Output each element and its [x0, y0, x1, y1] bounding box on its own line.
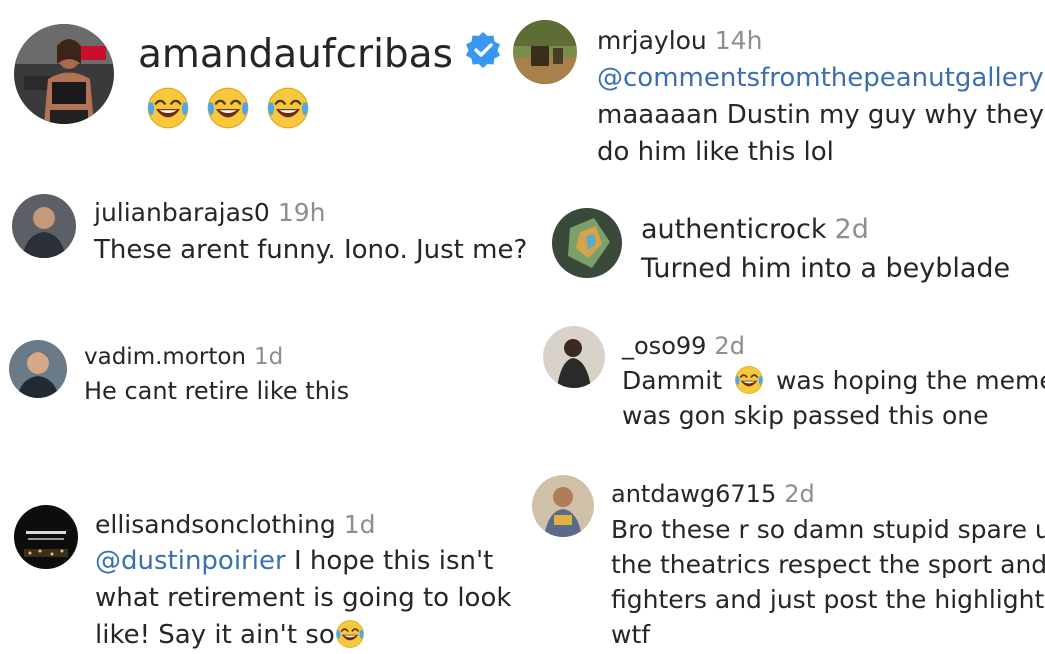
person-photo-icon — [12, 194, 76, 258]
fighter-photo-icon — [14, 24, 114, 124]
laughing-emoji-icon — [734, 365, 764, 395]
comment-text: maaaaan Dustin my guy why they — [597, 100, 1045, 130]
timestamp: 2d — [834, 214, 869, 245]
laughing-emoji-icon — [266, 86, 310, 130]
comment-text: Dammit was hoping the memes — [622, 363, 1045, 398]
comment-text: like! Say it ain't so — [95, 617, 511, 654]
mention-link[interactable]: @commentsfromthepeanutgallery — [597, 60, 1044, 97]
timestamp: 2d — [784, 480, 815, 508]
comment-text: @dustinpoirier I hope this isn't — [95, 543, 511, 580]
person-photo-icon — [532, 475, 594, 537]
avatar[interactable] — [14, 505, 78, 569]
timestamp: 1d — [254, 344, 284, 370]
comment-text-part: I hope this isn't — [293, 546, 494, 576]
comment-text: what retirement is going to look — [95, 583, 512, 613]
verified-badge-icon — [463, 30, 503, 83]
avatar[interactable] — [513, 20, 577, 84]
laughing-emoji-icon — [206, 86, 250, 130]
username[interactable]: _oso99 — [622, 332, 706, 360]
comment-text: fighters and just post the highlight — [611, 585, 1045, 614]
username[interactable]: amandaufcribas — [138, 32, 453, 77]
avatar[interactable] — [9, 340, 67, 398]
comment-text: He cant retire like this — [84, 377, 350, 405]
laughing-emoji-icon — [335, 619, 365, 649]
username[interactable]: antdawg6715 — [611, 480, 776, 508]
person-photo-icon — [543, 326, 605, 388]
person-photo-icon — [9, 340, 67, 398]
timestamp: 2d — [714, 332, 745, 360]
comment-text: do him like this lol — [597, 137, 834, 167]
brand-logo-icon — [14, 505, 78, 569]
gem-photo-icon — [552, 208, 622, 278]
username[interactable]: vadim.morton — [84, 344, 246, 370]
comment-text: Turned him into a beyblade — [641, 253, 1011, 284]
comment-text: Bro these r so damn stupid spare us — [611, 515, 1045, 544]
timestamp: 1d — [343, 510, 376, 539]
comment-text: These arent funny. Iono. Just me? — [94, 235, 528, 265]
comment-text-part: like! Say it ain't so — [95, 620, 335, 650]
username[interactable]: julianbarajas0 — [94, 198, 270, 227]
timestamp: 14h — [714, 26, 763, 55]
avatar[interactable] — [14, 24, 114, 124]
comment-text: the theatrics respect the sport and — [611, 550, 1045, 579]
avatar[interactable] — [543, 326, 605, 388]
avatar[interactable] — [552, 208, 622, 278]
comment-text: wtf — [611, 620, 651, 649]
comment-text-part: Dammit — [622, 366, 723, 395]
avatar[interactable] — [12, 194, 76, 258]
timestamp: 19h — [277, 198, 326, 227]
username[interactable]: authenticrock — [641, 214, 827, 245]
comment-text: was gon skip passed this one — [622, 401, 989, 430]
comment-text-part: was hoping the memes — [775, 366, 1045, 395]
outdoor-photo-icon — [513, 20, 577, 84]
username[interactable]: ellisandsonclothing — [95, 510, 336, 539]
laughing-emoji-icon — [146, 86, 190, 130]
mention-link[interactable]: @dustinpoirier — [95, 546, 286, 576]
avatar[interactable] — [532, 475, 594, 537]
username[interactable]: mrjaylou — [597, 26, 707, 55]
